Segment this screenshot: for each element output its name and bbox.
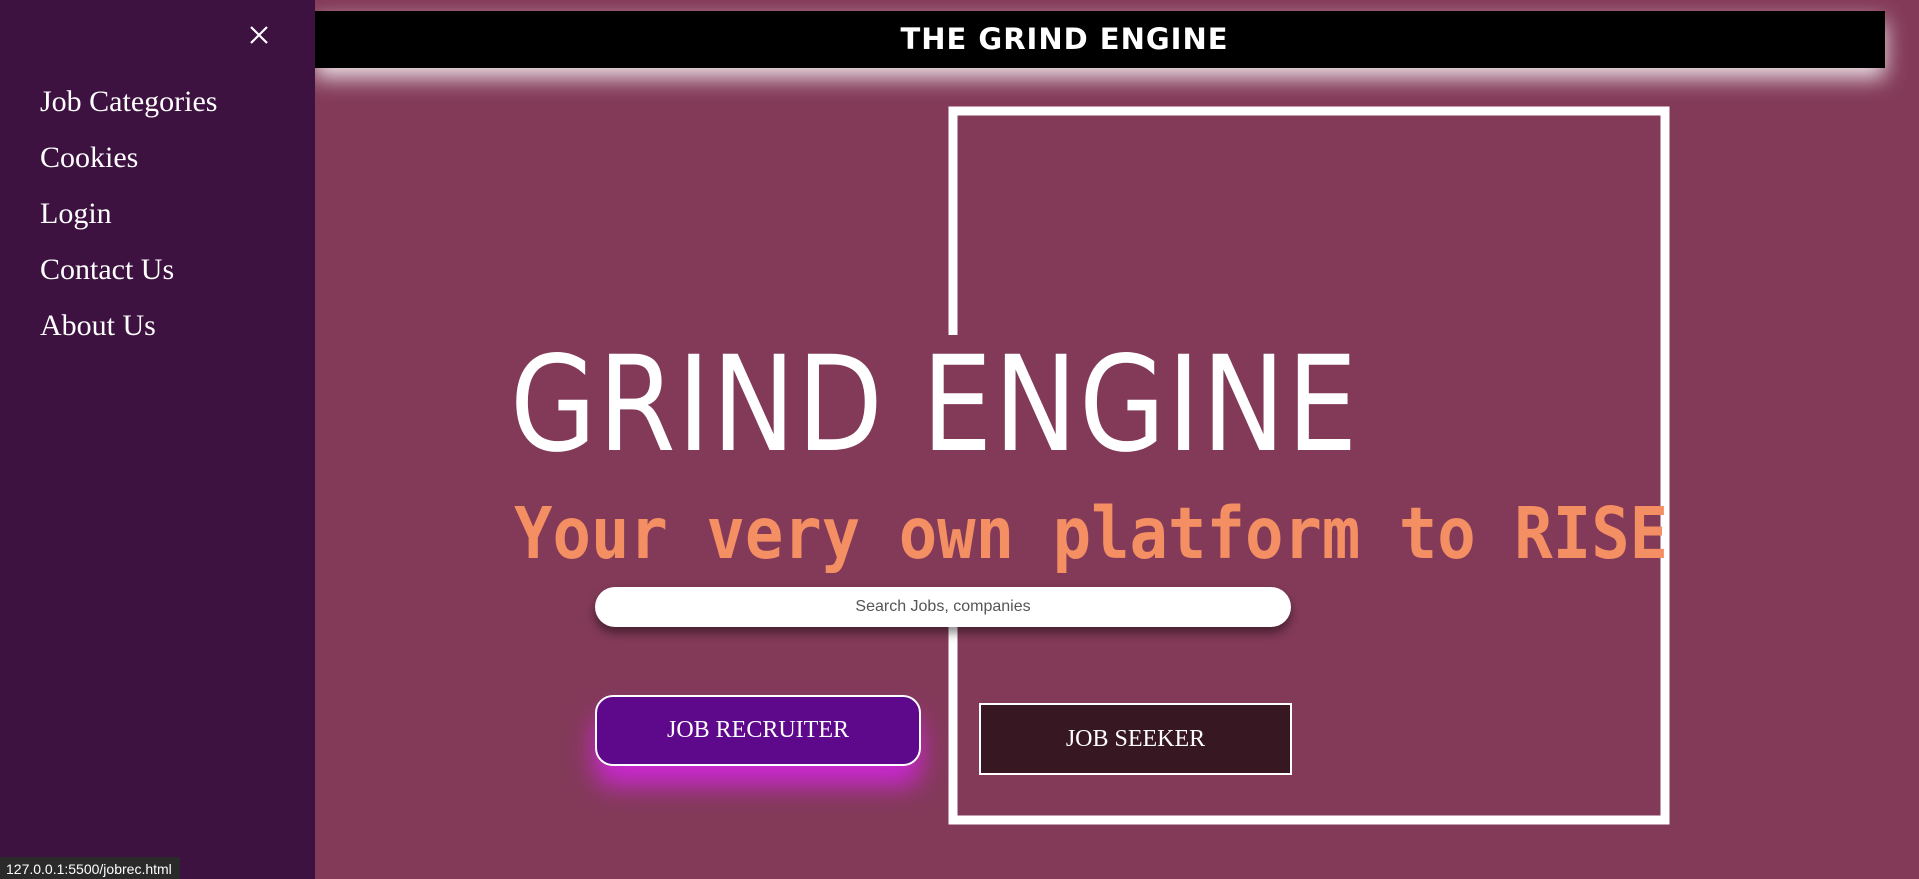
sidebar: Job Categories Cookies Login Contact Us … (0, 0, 315, 879)
sidebar-item-cookies[interactable]: Cookies (40, 136, 217, 192)
search-input[interactable] (595, 587, 1291, 627)
job-recruiter-button[interactable]: JOB RECRUITER (595, 695, 921, 766)
header-bar: THE GRIND ENGINE (314, 11, 1885, 68)
sidebar-item-contact-us[interactable]: Contact Us (40, 248, 217, 304)
hero-subtitle: Your very own platform to RISE (514, 492, 1669, 575)
hero-title: GRIND ENGINE (510, 328, 1360, 482)
sidebar-item-job-categories[interactable]: Job Categories (40, 80, 217, 136)
site-title: THE GRIND ENGINE (900, 22, 1229, 56)
status-bar-url: 127.0.0.1:5500/jobrec.html (0, 857, 180, 879)
sidebar-nav: Job Categories Cookies Login Contact Us … (40, 80, 217, 360)
sidebar-item-login[interactable]: Login (40, 192, 217, 248)
job-seeker-button[interactable]: JOB SEEKER (979, 703, 1292, 775)
sidebar-item-about-us[interactable]: About Us (40, 304, 217, 360)
close-icon[interactable] (244, 20, 274, 50)
